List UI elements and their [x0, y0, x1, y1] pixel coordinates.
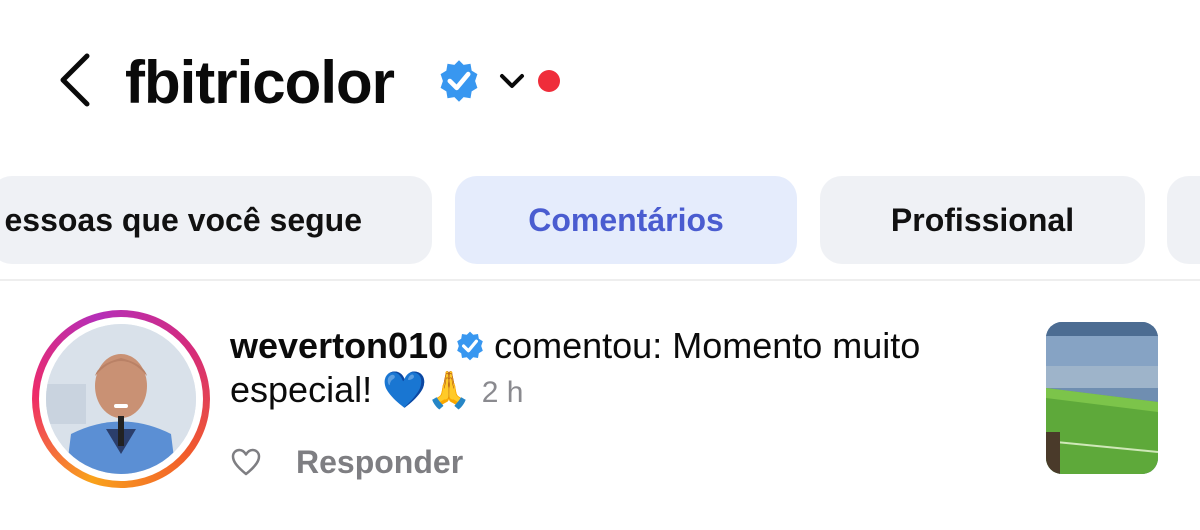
story-ring[interactable] — [32, 310, 210, 488]
comment-actions: Responder — [230, 440, 463, 484]
heart-icon[interactable] — [230, 447, 262, 477]
comment-emojis: 💙🙏 — [382, 370, 472, 411]
filter-tabs: essoas que você segue Comentários Profis… — [0, 176, 1200, 266]
stadium-image — [1046, 322, 1158, 474]
notification-dot — [538, 70, 560, 92]
comment-text: weverton010 comentou: Momento muito espe… — [230, 324, 1030, 415]
comment-username[interactable]: weverton010 — [230, 325, 448, 366]
divider — [0, 279, 1200, 281]
activity-row[interactable]: weverton010 comentou: Momento muito espe… — [0, 300, 1200, 520]
avatar — [46, 324, 196, 474]
tab-comments[interactable]: Comentários — [455, 176, 797, 264]
tab-more[interactable] — [1167, 176, 1200, 264]
verified-badge-icon — [457, 331, 483, 361]
back-arrow-icon[interactable] — [55, 50, 95, 110]
tab-people-you-follow[interactable]: essoas que você segue — [0, 176, 432, 264]
top-bar: fbitricolor — [0, 0, 1200, 160]
avatar-photo — [46, 324, 196, 474]
chevron-down-icon[interactable] — [496, 68, 528, 96]
reply-button[interactable]: Responder — [296, 444, 463, 481]
post-thumbnail[interactable] — [1046, 322, 1158, 474]
page-title[interactable]: fbitricolor — [125, 48, 395, 118]
comment-timestamp: 2 h — [481, 376, 524, 409]
tab-professional[interactable]: Profissional — [820, 176, 1145, 264]
verified-badge-icon — [440, 60, 478, 102]
